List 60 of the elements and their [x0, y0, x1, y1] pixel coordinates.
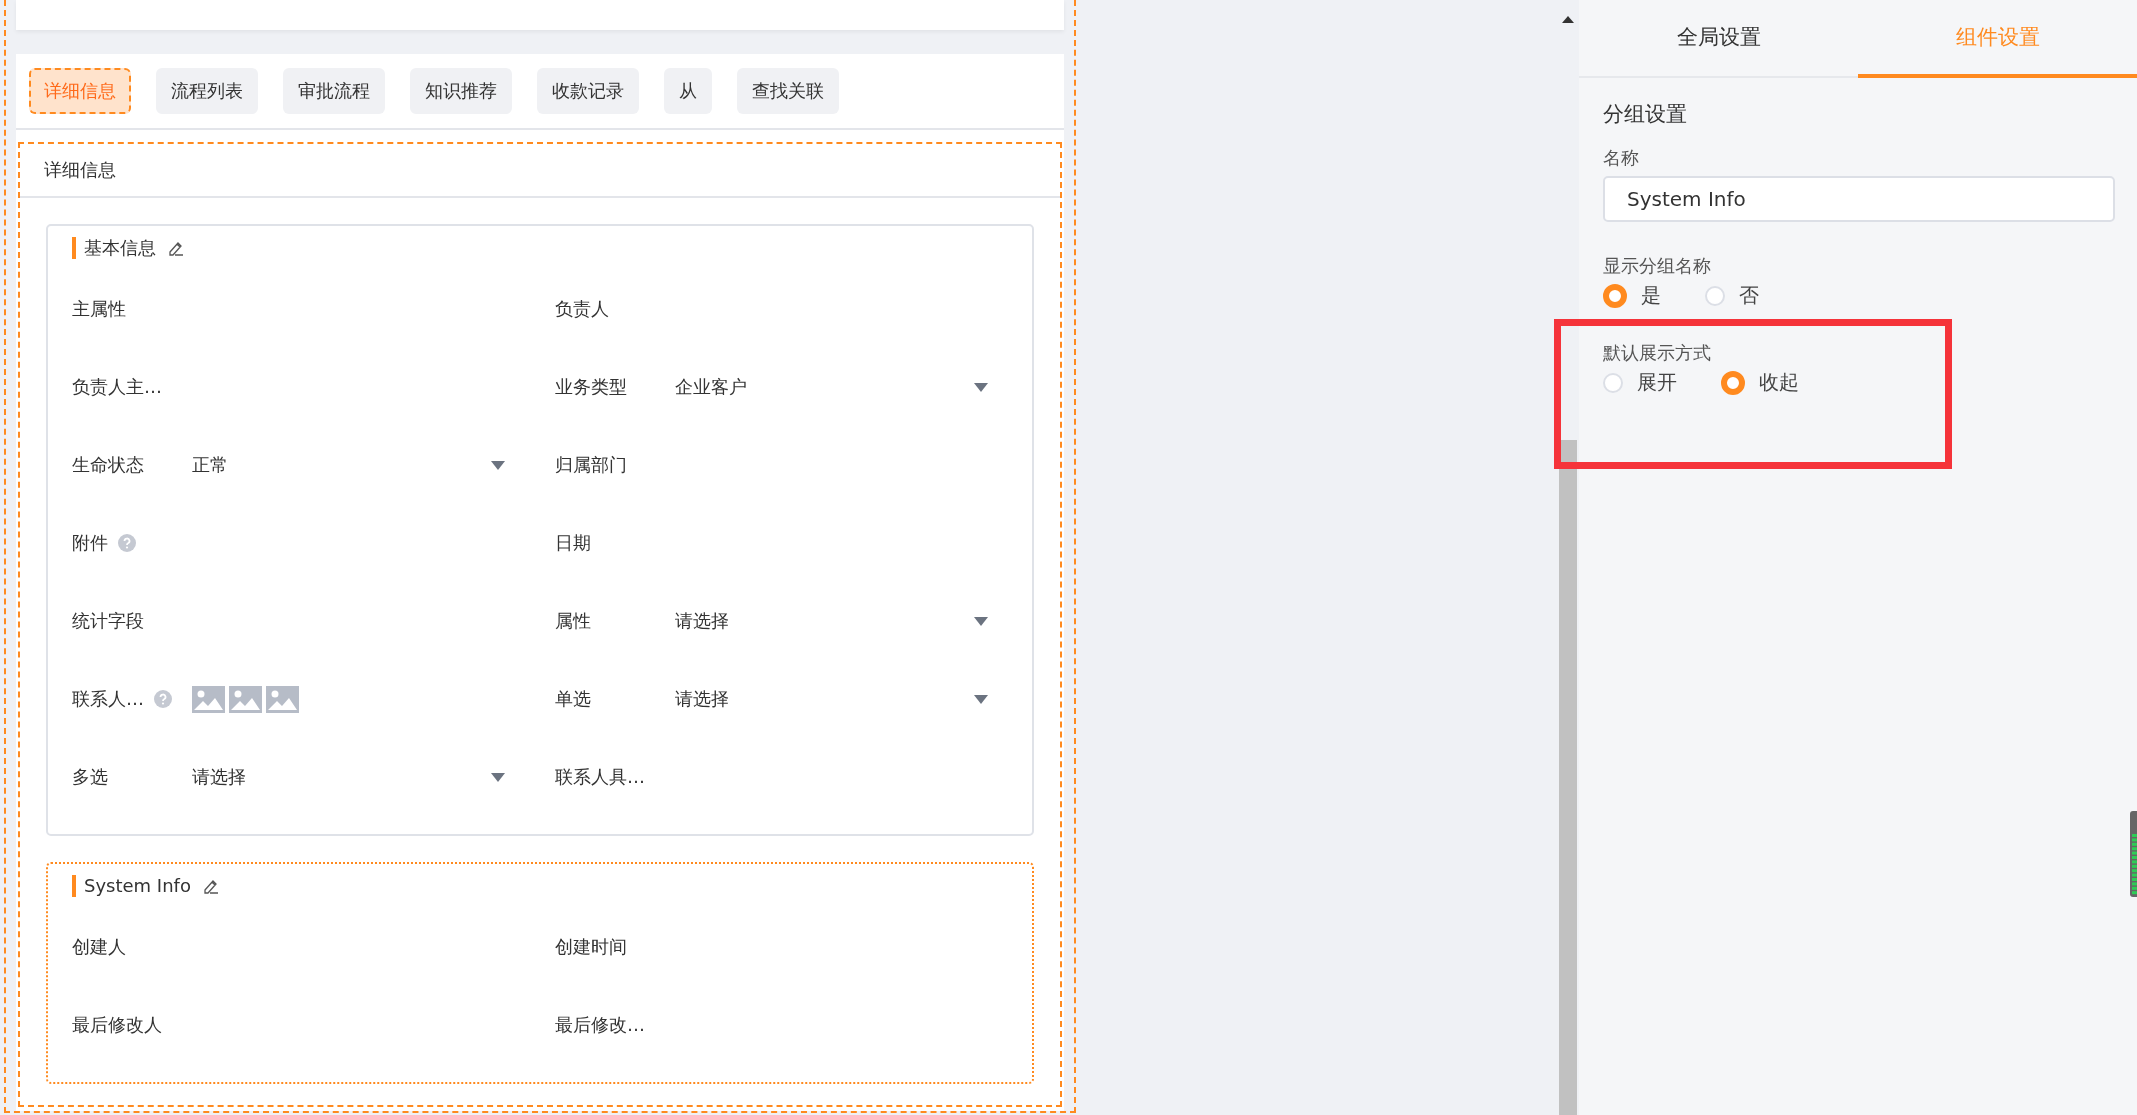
- field-label: 联系人…: [72, 687, 144, 711]
- group-title: System Info: [72, 875, 191, 897]
- field-label: 业务类型: [555, 375, 627, 399]
- radio-icon[interactable]: [1603, 283, 1627, 308]
- group-title: 基本信息: [72, 237, 156, 259]
- select-placeholder[interactable]: 请选择: [675, 687, 729, 711]
- image-icon: [266, 685, 299, 713]
- field-label: 统计字段: [72, 609, 144, 633]
- image-icon: [192, 685, 225, 713]
- field-label: 日期: [555, 531, 591, 555]
- dropdown-caret-icon: [974, 616, 988, 626]
- dropdown-caret-icon: [491, 772, 505, 782]
- field-label: 创建时间: [555, 935, 627, 959]
- name-input[interactable]: System Info: [1603, 176, 2115, 222]
- image-icon: [229, 685, 262, 713]
- field-label: 最后修改…: [555, 1013, 645, 1037]
- field-label: 联系人具…: [555, 765, 645, 789]
- field-label: 主属性: [72, 297, 126, 321]
- tab[interactable]: 流程列表: [156, 68, 258, 114]
- field-label: 单选: [555, 687, 591, 711]
- field-label: 默认展示方式: [1603, 341, 1711, 365]
- field-label: 显示分组名称: [1603, 254, 1711, 278]
- settings-tab[interactable]: 全局设置: [1579, 0, 1858, 78]
- select-value[interactable]: 企业客户: [675, 375, 747, 399]
- tab[interactable]: 知识推荐: [410, 68, 512, 114]
- field-label: 属性: [555, 609, 591, 633]
- scrollbar-thumb[interactable]: [1559, 440, 1577, 1115]
- dropdown-caret-icon: [491, 460, 505, 470]
- tab[interactable]: 查找关联: [737, 68, 839, 114]
- radio-option[interactable]: 否: [1705, 282, 1759, 309]
- field-label: 最后修改人: [72, 1013, 162, 1037]
- field-label: 附件: [72, 531, 108, 555]
- field-label: 创建人: [72, 935, 126, 959]
- select-value[interactable]: 正常: [192, 453, 228, 477]
- radio-option[interactable]: 收起: [1721, 369, 1799, 396]
- section-title: 分组设置: [1603, 101, 1687, 128]
- dropdown-caret-icon: [974, 694, 988, 704]
- panel-title: 详细信息: [44, 158, 116, 182]
- radio-option[interactable]: 展开: [1603, 369, 1677, 396]
- field-label: 名称: [1603, 146, 1639, 170]
- field-group[interactable]: System Info 创建人 创建时间 最后修改人 最后修改…: [46, 862, 1034, 1084]
- field-group[interactable]: 基本信息 主属性 负责人 负责人主… 业务类型 企业客户 生命状态 正常 归属部门 附件 日期 统计字段 属性 请选择 联系人… 单选 请选择 多选 请选择 联系人具…: [46, 224, 1034, 836]
- radio-option[interactable]: 是: [1603, 282, 1661, 309]
- pencil-icon[interactable]: [202, 878, 219, 894]
- field-label: 负责人: [555, 297, 609, 321]
- select-placeholder[interactable]: 请选择: [675, 609, 729, 633]
- select-placeholder[interactable]: 请选择: [192, 765, 246, 789]
- help-icon: [118, 534, 136, 552]
- scroll-up-icon[interactable]: [1562, 16, 1574, 23]
- dropdown-caret-icon: [974, 382, 988, 392]
- field-label: 多选: [72, 765, 108, 789]
- tab[interactable]: 收款记录: [537, 68, 639, 114]
- field-label: 负责人主…: [72, 375, 162, 399]
- radio-icon[interactable]: [1721, 370, 1745, 395]
- field-label: 归属部门: [555, 453, 627, 477]
- help-icon: [154, 690, 172, 708]
- field-label: 生命状态: [72, 453, 144, 477]
- tab[interactable]: 从: [664, 68, 712, 114]
- pencil-icon[interactable]: [168, 240, 184, 256]
- tab[interactable]: 审批流程: [283, 68, 385, 114]
